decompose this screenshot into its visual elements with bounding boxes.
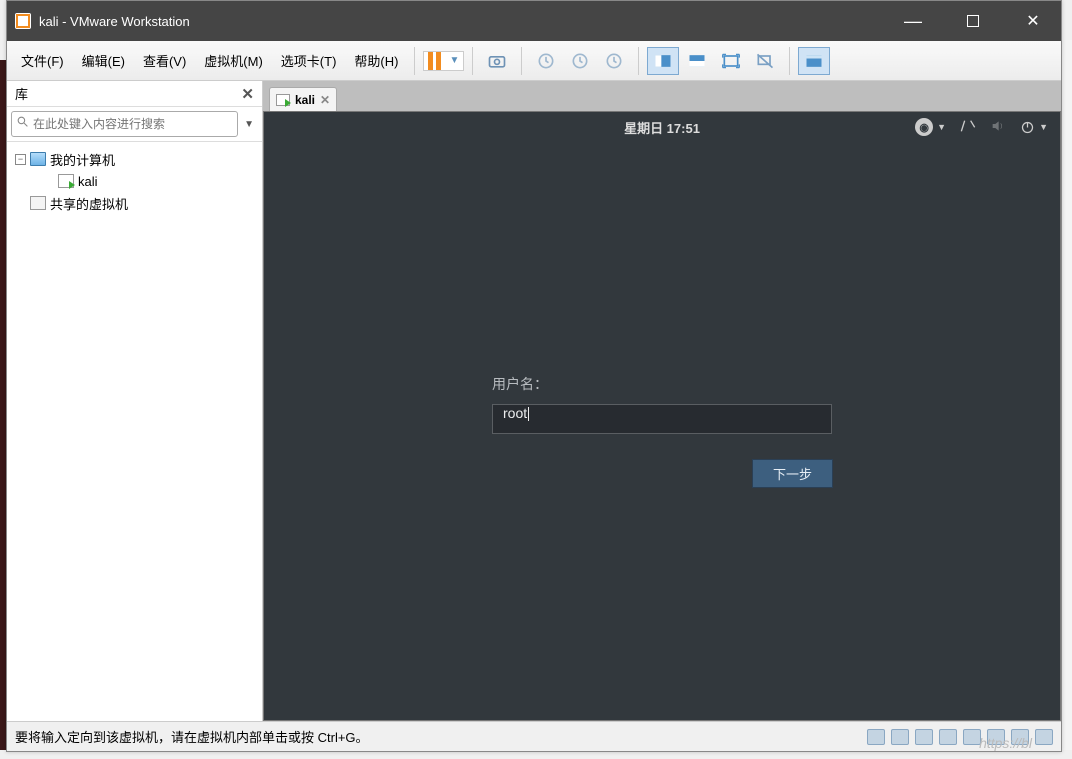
tab-strip: kali ✕ — [263, 81, 1061, 111]
usb-icon[interactable] — [939, 729, 957, 745]
tab-close-button[interactable]: ✕ — [320, 93, 330, 107]
tab-label: kali — [295, 93, 315, 107]
watermark: https://bl — [979, 735, 1032, 751]
library-search[interactable] — [11, 111, 238, 137]
next-button[interactable]: 下一步 — [752, 459, 833, 488]
camera-icon — [487, 51, 507, 71]
dropdown-arrow-icon[interactable]: ▼ — [449, 55, 459, 66]
show-console-button[interactable] — [647, 47, 679, 75]
vmware-icon — [15, 13, 31, 29]
library-tree: − 我的计算机 kali 共享的虚拟机 — [7, 142, 262, 721]
thumbnail-button[interactable] — [681, 47, 713, 75]
window-title: kali - VMware Workstation — [39, 14, 893, 29]
tree-shared-vms[interactable]: 共享的虚拟机 — [11, 192, 258, 214]
tree-toggle[interactable]: − — [15, 154, 26, 165]
snapshot-manager-button[interactable] — [598, 47, 630, 75]
search-input[interactable] — [33, 117, 233, 131]
maximize-button[interactable] — [953, 6, 993, 36]
console-split-icon — [653, 51, 673, 71]
volume-muted-icon[interactable] — [990, 118, 1006, 137]
accessibility-menu[interactable]: ◉ ▼ — [915, 118, 946, 136]
menubar: 文件(F) 编辑(E) 查看(V) 虚拟机(M) 选项卡(T) 帮助(H) ▼ — [7, 41, 1061, 81]
unity-icon — [755, 51, 775, 71]
power-menu[interactable]: ▼ — [1020, 120, 1048, 135]
clock-back-icon — [536, 51, 556, 71]
menu-help[interactable]: 帮助(H) — [346, 47, 406, 74]
power-icon — [1020, 120, 1035, 135]
accessibility-icon: ◉ — [915, 118, 933, 136]
fullscreen-icon — [721, 51, 741, 71]
vmware-window: kali - VMware Workstation — ✕ 文件(F) 编辑(E… — [6, 0, 1062, 752]
tree-label: 共享的虚拟机 — [50, 194, 128, 213]
library-sidebar: 库 ✕ ▼ − 我的计算机 — [7, 81, 263, 721]
menu-edit[interactable]: 编辑(E) — [74, 47, 133, 74]
menu-view[interactable]: 查看(V) — [135, 47, 194, 74]
tree-label: kali — [78, 174, 98, 189]
clock-icon — [570, 51, 590, 71]
vm-console[interactable]: 星期日 17:51 ◉ ▼ — [263, 111, 1061, 721]
menu-file[interactable]: 文件(F) — [13, 47, 72, 74]
fullscreen-button[interactable] — [715, 47, 747, 75]
menu-vm[interactable]: 虚拟机(M) — [196, 47, 271, 74]
sidebar-title: 库 — [15, 84, 28, 103]
monitor-icon — [30, 152, 46, 166]
snapshot-button[interactable] — [481, 47, 513, 75]
statusbar: 要将输入定向到该虚拟机，请在虚拟机内部单击或按 Ctrl+G。 — [7, 721, 1061, 751]
stretch-icon — [804, 51, 824, 71]
message-icon[interactable] — [1035, 729, 1053, 745]
close-button[interactable]: ✕ — [1013, 6, 1053, 36]
pause-icon — [428, 52, 441, 70]
stretch-button[interactable] — [798, 47, 830, 75]
username-label: 用户名： — [492, 374, 832, 394]
chevron-down-icon: ▼ — [937, 122, 946, 132]
titlebar: kali - VMware Workstation — ✕ — [7, 1, 1061, 41]
username-value: root — [503, 405, 529, 421]
keyboard-icon[interactable] — [960, 118, 976, 137]
username-input[interactable]: root — [492, 404, 832, 434]
vm-icon — [276, 94, 290, 106]
sidebar-close-button[interactable]: ✕ — [241, 85, 254, 103]
shared-icon — [30, 196, 46, 210]
disk-icon[interactable] — [867, 729, 885, 745]
chevron-down-icon: ▼ — [1039, 122, 1048, 132]
vm-icon — [58, 174, 74, 188]
minimize-button[interactable]: — — [893, 6, 933, 36]
tree-my-computer[interactable]: − 我的计算机 — [11, 148, 258, 170]
login-form: 用户名： root — [492, 374, 832, 434]
guest-clock: 星期日 17:51 — [624, 118, 700, 137]
snapshot-take-button[interactable] — [564, 47, 596, 75]
pause-vm-button[interactable]: ▼ — [423, 51, 464, 71]
tree-vm-kali[interactable]: kali — [11, 170, 258, 192]
clock-manage-icon — [604, 51, 624, 71]
unity-button[interactable] — [749, 47, 781, 75]
guest-topbar: 星期日 17:51 ◉ ▼ — [264, 112, 1060, 142]
menu-tabs[interactable]: 选项卡(T) — [273, 47, 345, 74]
network-icon[interactable] — [915, 729, 933, 745]
search-icon — [16, 115, 29, 133]
tree-label: 我的计算机 — [50, 150, 115, 169]
status-message: 要将输入定向到该虚拟机，请在虚拟机内部单击或按 Ctrl+G。 — [15, 727, 867, 746]
cd-icon[interactable] — [891, 729, 909, 745]
tab-kali[interactable]: kali ✕ — [269, 87, 337, 111]
thumbnail-icon — [687, 51, 707, 71]
snapshot-revert-button[interactable] — [530, 47, 562, 75]
search-dropdown-button[interactable]: ▼ — [240, 119, 258, 130]
